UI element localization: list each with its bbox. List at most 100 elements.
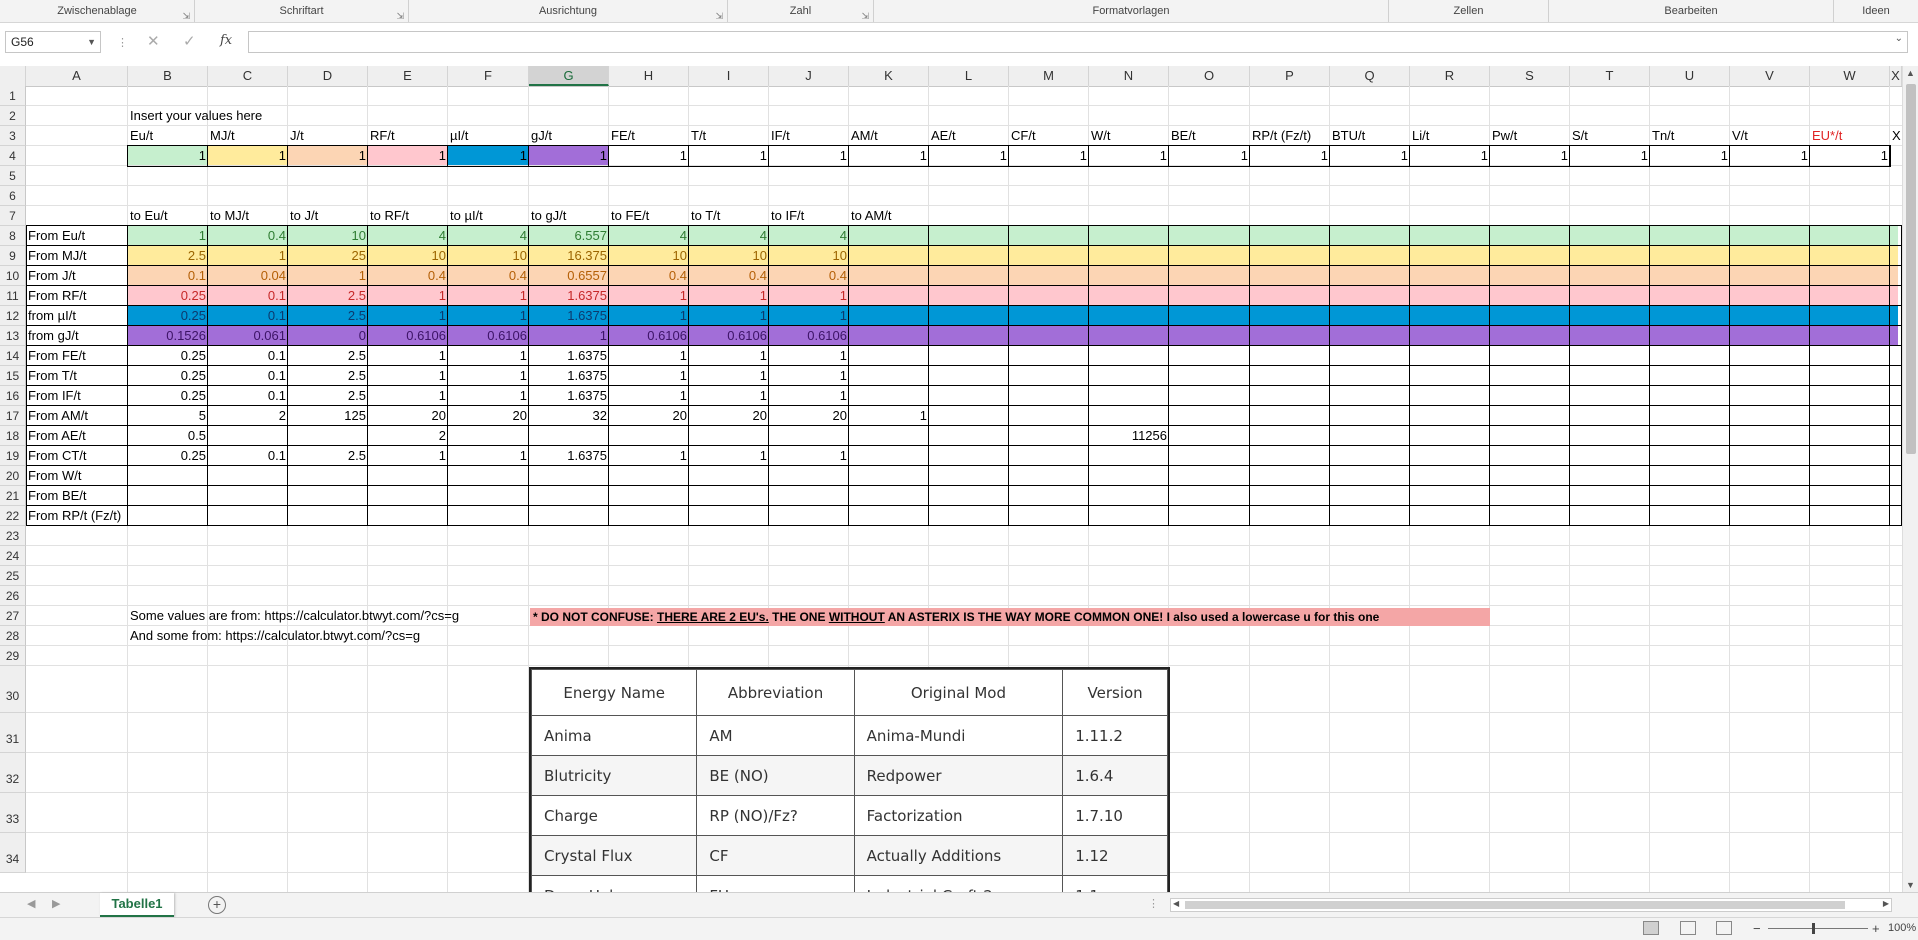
conversion-value[interactable]: 20 xyxy=(609,406,689,426)
conversion-value[interactable]: 0.6106 xyxy=(448,326,529,346)
conversion-value[interactable]: 1 xyxy=(448,346,529,366)
conversion-value[interactable]: 10 xyxy=(769,246,849,266)
next-sheet-icon[interactable]: ▶ xyxy=(52,897,60,910)
unit-label[interactable]: RF/t xyxy=(368,126,448,146)
column-header-e[interactable]: E xyxy=(368,66,448,86)
conversion-value[interactable]: 1 xyxy=(368,286,448,306)
conversion-value[interactable]: 0.1 xyxy=(128,266,208,286)
scrollbar-thumb[interactable] xyxy=(1185,901,1845,909)
unit-label[interactable]: AE/t xyxy=(929,126,1009,146)
input-value-cell[interactable]: 1 xyxy=(1089,146,1169,166)
conversion-value[interactable]: 20 xyxy=(448,406,529,426)
conversion-value[interactable]: 1 xyxy=(368,306,448,326)
zoom-in-icon[interactable]: + xyxy=(1872,921,1880,936)
conversion-value[interactable]: 1 xyxy=(769,366,849,386)
normal-view-icon[interactable] xyxy=(1643,921,1659,935)
conversion-value[interactable]: 4 xyxy=(448,226,529,246)
conversion-value[interactable]: 2.5 xyxy=(288,346,368,366)
more-options-icon[interactable]: ⋮ xyxy=(117,36,128,49)
column-header-m[interactable]: M xyxy=(1009,66,1089,86)
conversion-value[interactable]: 5 xyxy=(128,406,208,426)
from-unit-label[interactable]: From FE/t xyxy=(26,346,128,366)
row-header-33[interactable]: 33 xyxy=(0,793,26,833)
conversion-value[interactable]: 1 xyxy=(368,366,448,386)
conversion-value[interactable]: 1 xyxy=(208,246,288,266)
conversion-value[interactable]: 1 xyxy=(448,366,529,386)
conversion-value[interactable]: 0.1 xyxy=(208,446,288,466)
row-header-23[interactable]: 23 xyxy=(0,526,26,546)
row-header-26[interactable]: 26 xyxy=(0,586,26,606)
source-note[interactable]: And some from: https://calculator.btwyt.… xyxy=(128,626,420,646)
conversion-value[interactable]: 10 xyxy=(448,246,529,266)
row-header-14[interactable]: 14 xyxy=(0,346,26,366)
conversion-value[interactable]: 0.6557 xyxy=(529,266,609,286)
conversion-value[interactable]: 1 xyxy=(448,386,529,406)
column-header-j[interactable]: J xyxy=(769,66,849,86)
from-unit-label[interactable]: from µI/t xyxy=(26,306,128,326)
conversion-value[interactable]: 1 xyxy=(769,446,849,466)
input-value-cell[interactable]: 1 xyxy=(1810,146,1890,166)
input-value-cell[interactable]: 1 xyxy=(689,146,769,166)
conversion-value[interactable]: 0.4 xyxy=(609,266,689,286)
conversion-value[interactable]: 0.25 xyxy=(128,306,208,326)
conversion-value[interactable]: 2 xyxy=(208,406,288,426)
row-header-2[interactable]: 2 xyxy=(0,106,26,126)
formula-input[interactable]: ⌄ xyxy=(248,31,1908,53)
conversion-value[interactable]: 0.6106 xyxy=(769,326,849,346)
input-value-cell[interactable]: 1 xyxy=(288,146,368,166)
conversion-value[interactable]: 0.25 xyxy=(128,366,208,386)
conversion-value[interactable]: 0.5 xyxy=(128,426,208,446)
from-unit-label[interactable]: From RP/t (Fz/t) xyxy=(26,506,128,526)
conversion-value[interactable]: 1.6375 xyxy=(529,386,609,406)
to-unit-header[interactable]: to RF/t xyxy=(368,206,448,226)
conversion-value[interactable]: 1 xyxy=(128,226,208,246)
row-header-1[interactable]: 1 xyxy=(0,86,26,106)
conversion-value[interactable]: 1 xyxy=(609,306,689,326)
prev-sheet-icon[interactable]: ◀ xyxy=(27,897,35,910)
conversion-value[interactable]: 25 xyxy=(288,246,368,266)
conversion-value[interactable]: 1 xyxy=(609,346,689,366)
row-header-32[interactable]: 32 xyxy=(0,753,26,793)
row-header-27[interactable]: 27 xyxy=(0,606,26,626)
conversion-value[interactable]: 1 xyxy=(609,366,689,386)
row-header-22[interactable]: 22 xyxy=(0,506,26,526)
conversion-value[interactable]: 0 xyxy=(288,326,368,346)
conversion-value[interactable]: 1 xyxy=(529,326,609,346)
vertical-scrollbar[interactable]: ▲ ▼ xyxy=(1902,66,1918,892)
conversion-value[interactable]: 1 xyxy=(689,446,769,466)
conversion-value[interactable]: 2.5 xyxy=(288,286,368,306)
row-header-30[interactable]: 30 xyxy=(0,666,26,713)
from-unit-label[interactable]: From W/t xyxy=(26,466,128,486)
column-header-i[interactable]: I xyxy=(689,66,769,86)
unit-label[interactable]: Li/t xyxy=(1410,126,1490,146)
row-header-6[interactable]: 6 xyxy=(0,186,26,206)
column-header-a[interactable]: A xyxy=(26,66,128,86)
sheet-tab-tabelle1[interactable]: Tabelle1 xyxy=(100,893,174,917)
column-header-o[interactable]: O xyxy=(1169,66,1250,86)
conversion-value[interactable]: 11256 xyxy=(1089,426,1169,446)
conversion-value[interactable]: 32 xyxy=(529,406,609,426)
row-header-19[interactable]: 19 xyxy=(0,446,26,466)
column-header-p[interactable]: P xyxy=(1250,66,1330,86)
row-header-13[interactable]: 13 xyxy=(0,326,26,346)
conversion-value[interactable]: 20 xyxy=(689,406,769,426)
column-header-q[interactable]: Q xyxy=(1330,66,1410,86)
column-header-d[interactable]: D xyxy=(288,66,368,86)
dialog-launcher-icon[interactable]: ⇲ xyxy=(861,5,869,27)
from-unit-label[interactable]: From CT/t xyxy=(26,446,128,466)
conversion-value[interactable]: 1 xyxy=(769,346,849,366)
source-note[interactable]: Some values are from: https://calculator… xyxy=(128,606,459,626)
from-unit-label[interactable]: From BE/t xyxy=(26,486,128,506)
conversion-value[interactable]: 2.5 xyxy=(288,306,368,326)
conversion-value[interactable]: 16.375 xyxy=(529,246,609,266)
unit-label[interactable]: µI/t xyxy=(448,126,529,146)
conversion-value[interactable]: 0.1 xyxy=(208,386,288,406)
to-unit-header[interactable]: to J/t xyxy=(288,206,368,226)
from-unit-label[interactable]: From AM/t xyxy=(26,406,128,426)
row-header-12[interactable]: 12 xyxy=(0,306,26,326)
expand-formula-icon[interactable]: ⌄ xyxy=(1895,33,1903,44)
conversion-value[interactable]: 1 xyxy=(689,366,769,386)
conversion-value[interactable]: 4 xyxy=(368,226,448,246)
conversion-value[interactable]: 1 xyxy=(689,286,769,306)
zoom-slider-thumb[interactable] xyxy=(1812,923,1815,934)
